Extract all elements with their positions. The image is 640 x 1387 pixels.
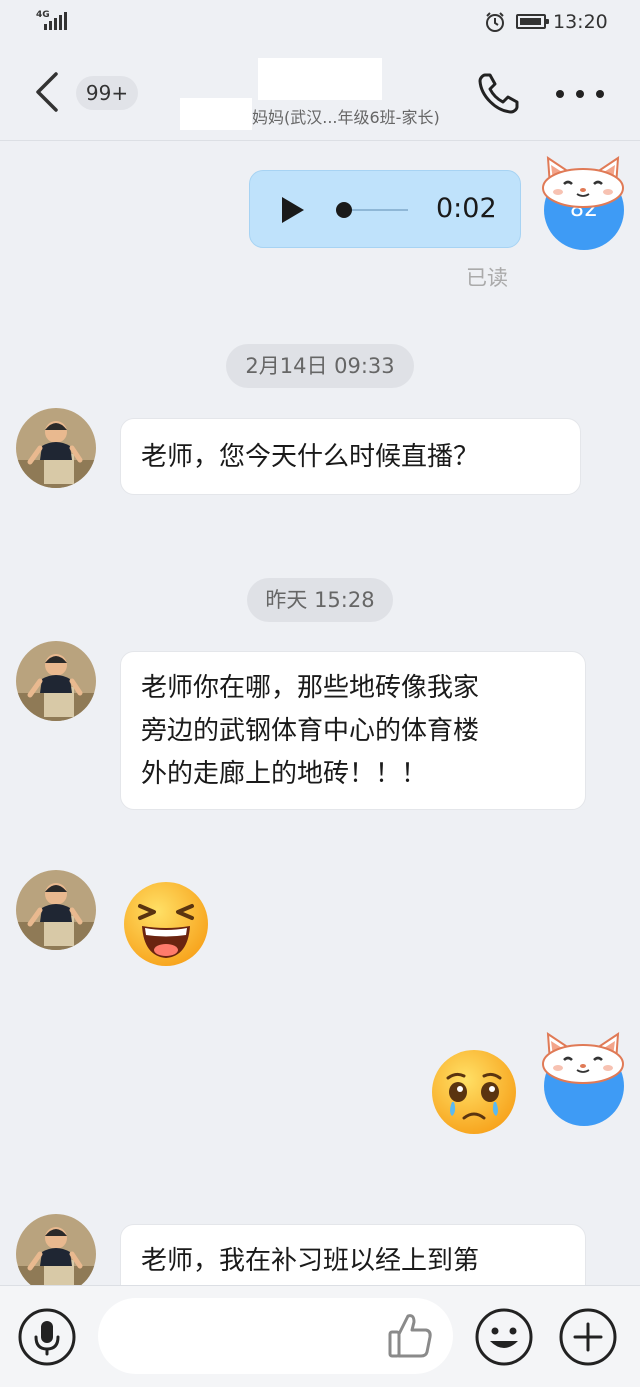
header-divider — [0, 140, 640, 141]
peer-avatar[interactable] — [16, 408, 96, 488]
subtitle-redacted — [180, 98, 252, 130]
play-icon[interactable] — [282, 197, 304, 223]
message-bubble[interactable]: 老师，您今天什么时候直播？ — [120, 418, 581, 495]
message-line: 外的走廊上的地砖！！！ — [141, 759, 428, 789]
cat-avatar-icon — [542, 156, 624, 208]
timestamp-pill: 昨天 15:28 — [247, 578, 393, 622]
message-bubble[interactable]: 老师你在哪，那些地砖像我家 旁边的武钢体育中心的体育楼 外的走廊上的地砖！！！ — [120, 651, 586, 810]
message-line: 老师，您今天什么时候直播？ — [141, 442, 480, 472]
voice-message-bubble[interactable]: 0:02 — [249, 170, 521, 248]
status-time: 13:20 — [553, 11, 608, 33]
signal-icon — [44, 12, 67, 30]
peer-avatar[interactable] — [16, 870, 96, 950]
read-status: 已读 — [466, 266, 508, 290]
voice-duration: 0:02 — [436, 193, 497, 224]
message-line: 老师，我在补习班以经上到第 — [141, 1246, 480, 1276]
peer-avatar[interactable] — [16, 1214, 96, 1294]
cat-avatar-icon — [542, 1032, 624, 1084]
thumbs-up-icon[interactable] — [386, 1310, 434, 1360]
battery-icon — [516, 14, 549, 29]
voice-progress-knob[interactable] — [336, 202, 352, 218]
unread-badge[interactable]: 99+ — [76, 76, 138, 110]
crying-emoji[interactable] — [430, 1048, 518, 1136]
more-icon[interactable] — [556, 80, 604, 108]
message-line: 老师你在哪，那些地砖像我家 — [141, 673, 480, 703]
chat-title-redacted — [258, 58, 382, 100]
status-bar: 4G 13:20 — [0, 0, 640, 44]
message-line: 旁边的武钢体育中心的体育楼 — [141, 716, 480, 746]
alarm-icon — [486, 12, 504, 32]
plus-icon[interactable] — [558, 1307, 618, 1367]
phone-icon[interactable] — [476, 70, 522, 116]
smiley-icon[interactable] — [474, 1307, 534, 1367]
microphone-icon[interactable] — [17, 1307, 77, 1367]
back-icon[interactable] — [30, 70, 64, 114]
laughing-emoji[interactable] — [122, 880, 210, 968]
voice-progress-track — [352, 209, 408, 211]
chat-subtitle: 妈妈(武汉...年级6班-家长) — [252, 108, 440, 127]
peer-avatar[interactable] — [16, 641, 96, 721]
timestamp-pill: 2月14日 09:33 — [226, 344, 414, 388]
